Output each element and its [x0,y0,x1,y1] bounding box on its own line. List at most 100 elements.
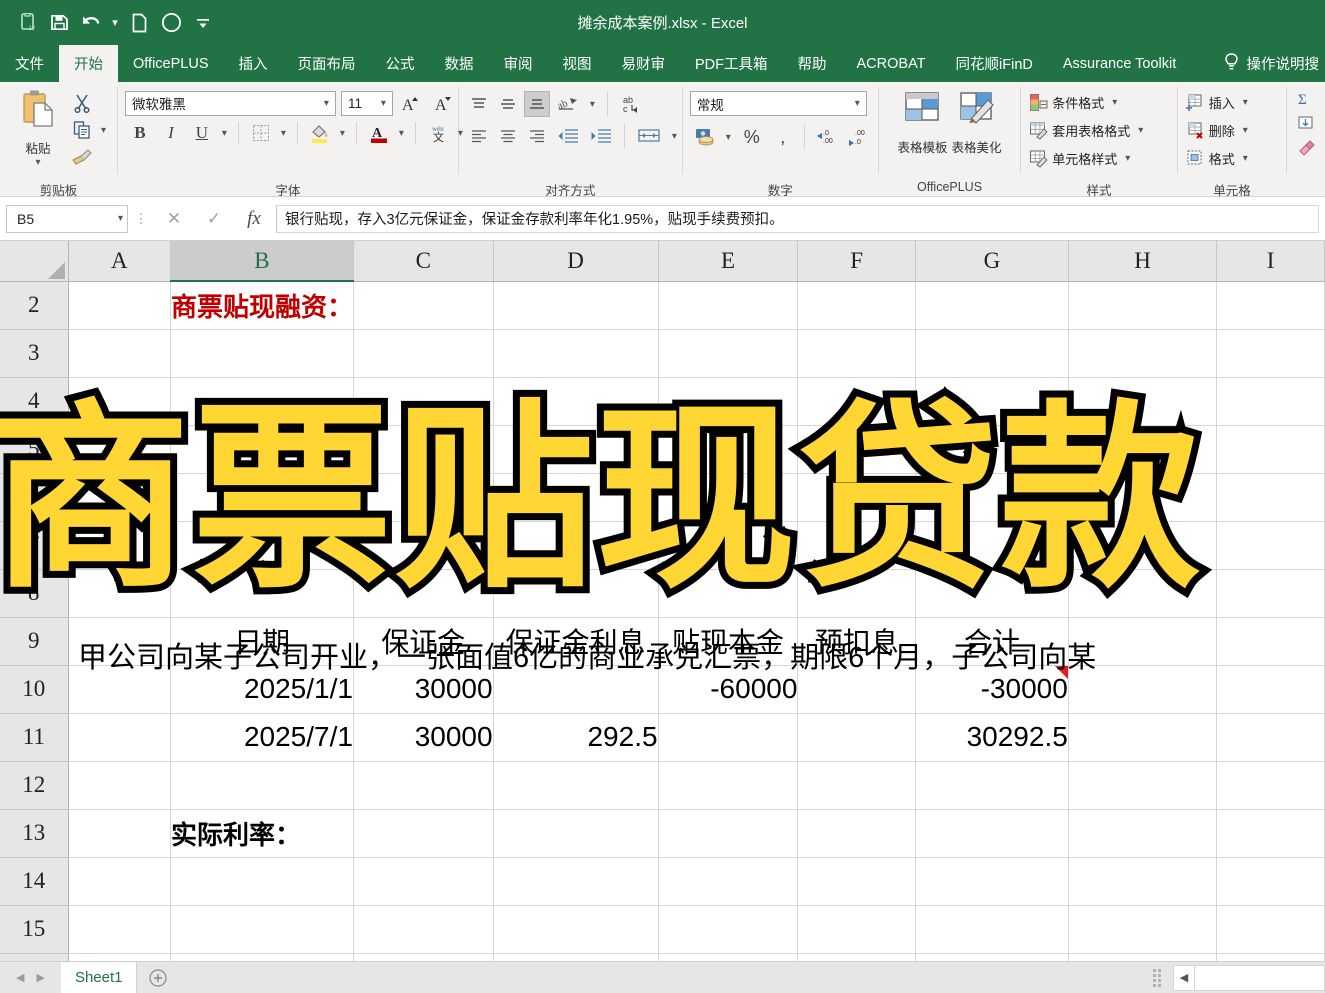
tab-insert[interactable]: 插入 [224,45,283,82]
hscroll-track[interactable] [1195,964,1325,991]
orientation-icon[interactable]: ab [553,91,583,117]
cell-f13[interactable] [797,809,916,858]
fill-color-dropdown-icon[interactable]: ▾ [336,128,349,139]
name-box[interactable]: B5 ▾ [6,204,128,233]
tab-file[interactable]: 文件 [0,45,59,82]
sheet-nav-prev-icon[interactable]: ◀ [16,971,24,984]
underline-dropdown-icon[interactable]: ▾ [218,128,231,139]
select-all-corner[interactable] [0,241,69,282]
column-header-h[interactable]: H [1068,241,1218,282]
column-header-i[interactable]: I [1216,241,1325,282]
borders-icon[interactable] [246,120,276,146]
tab-page-layout[interactable]: 页面布局 [283,45,371,82]
row-header-9[interactable]: 9 [0,617,69,666]
add-sheet-icon[interactable] [137,968,179,988]
row-header-3[interactable]: 3 [0,329,69,378]
bold-button[interactable]: B [125,120,155,146]
cell-i6[interactable] [1216,473,1325,522]
font-color-icon[interactable]: A [364,120,394,146]
increase-decimal-icon[interactable]: .0.00 [812,124,842,150]
cell-f11[interactable] [797,713,916,762]
cell-e14[interactable] [658,857,799,906]
cell-e12[interactable] [658,761,799,810]
accounting-dropdown-icon[interactable]: ▾ [722,132,735,143]
cell-styles-button[interactable]: 单元格样式 ▾ [1028,144,1134,172]
cell-d15[interactable] [493,905,659,954]
cell-a11[interactable] [68,713,171,762]
tab-review[interactable]: 审阅 [489,45,548,82]
delete-cells-caret-icon[interactable]: ▾ [1239,125,1252,136]
cell-i7[interactable] [1216,521,1325,570]
align-top-icon[interactable] [466,91,492,117]
tab-formulas[interactable]: 公式 [371,45,430,82]
sheet-nav-arrows[interactable]: ◀ ▶ [0,971,61,984]
grow-font-icon[interactable]: A [398,90,426,116]
font-color-dropdown-icon[interactable]: ▾ [395,128,408,139]
align-left-icon[interactable] [466,123,492,149]
cell-b13[interactable]: 实际利率： [170,809,354,858]
tab-officeplus[interactable]: OfficePLUS [118,45,224,82]
cell-c2[interactable] [353,281,494,330]
cell-a15[interactable] [68,905,171,954]
autosave-icon[interactable]: 12 [12,8,42,38]
row-header-11[interactable]: 11 [0,713,69,762]
cell-g15[interactable] [915,905,1069,954]
increase-indent-icon[interactable] [586,123,616,149]
cell-e11[interactable] [658,713,799,762]
underline-button[interactable]: U [187,120,217,146]
cell-d11[interactable]: 292.5 [493,713,659,762]
accounting-format-icon[interactable] [690,124,720,150]
align-right-icon[interactable] [524,123,550,149]
formula-bar-splitter[interactable]: ⋮ [128,211,154,227]
column-header-b[interactable]: B [170,241,354,282]
cell-c14[interactable] [353,857,494,906]
scroll-grip-icon[interactable] [1153,968,1167,987]
cell-d14[interactable] [493,857,659,906]
cell-d12[interactable] [493,761,659,810]
cell-c11[interactable]: 30000 [353,713,494,762]
cell-a3[interactable] [68,329,171,378]
conditional-formatting-button[interactable]: 条件格式 ▾ [1028,88,1121,116]
cell-i14[interactable] [1216,857,1325,906]
cell-d3[interactable] [493,329,659,378]
row-header-15[interactable]: 15 [0,905,69,954]
table-beautify-button[interactable]: 表格美化 [952,88,1002,156]
row-header-14[interactable]: 14 [0,857,69,906]
format-painter-icon[interactable] [69,144,95,170]
column-header-d[interactable]: D [493,241,659,282]
format-cells-caret-icon[interactable]: ▾ [1239,153,1252,164]
cell-c12[interactable] [353,761,494,810]
align-bottom-icon[interactable] [523,91,550,117]
font-size-caret-icon[interactable]: ▾ [377,98,390,109]
merge-dropdown-icon[interactable]: ▾ [668,131,681,142]
cell-i10[interactable] [1216,665,1325,714]
format-as-table-caret-icon[interactable]: ▾ [1134,125,1147,136]
tab-yicaishen[interactable]: 易财审 [607,45,681,82]
cell-d2[interactable] [493,281,659,330]
align-center-icon[interactable] [495,123,521,149]
cell-a2[interactable] [68,281,171,330]
cell-c3[interactable] [353,329,494,378]
tab-data[interactable]: 数据 [430,45,489,82]
decrease-indent-icon[interactable] [553,123,583,149]
cell-e3[interactable] [658,329,799,378]
table-template-button[interactable]: 表格模板 [897,88,948,156]
circle-icon[interactable] [156,8,186,38]
cell-h15[interactable] [1068,905,1218,954]
cell-e13[interactable] [658,809,799,858]
cell-c13[interactable] [353,809,494,858]
tab-home[interactable]: 开始 [59,45,118,82]
confirm-entry-icon[interactable]: ✓ [194,205,234,233]
merge-center-icon[interactable] [633,123,665,149]
number-format-combo[interactable]: 常规 ▾ [689,91,867,116]
copy-icon[interactable] [69,117,95,143]
cell-i4[interactable] [1216,377,1325,426]
name-box-caret-icon[interactable]: ▾ [118,213,123,224]
cell-g12[interactable] [915,761,1069,810]
cell-b14[interactable] [170,857,354,906]
cell-i3[interactable] [1216,329,1325,378]
sheet-tab-sheet1[interactable]: Sheet1 [60,961,138,993]
formula-input[interactable]: 银行贴现，存入3亿元保证金，保证金存款利率年化1.95%，贴现手续费预扣。 [276,204,1319,233]
align-middle-icon[interactable] [495,91,521,117]
cell-g13[interactable] [915,809,1069,858]
